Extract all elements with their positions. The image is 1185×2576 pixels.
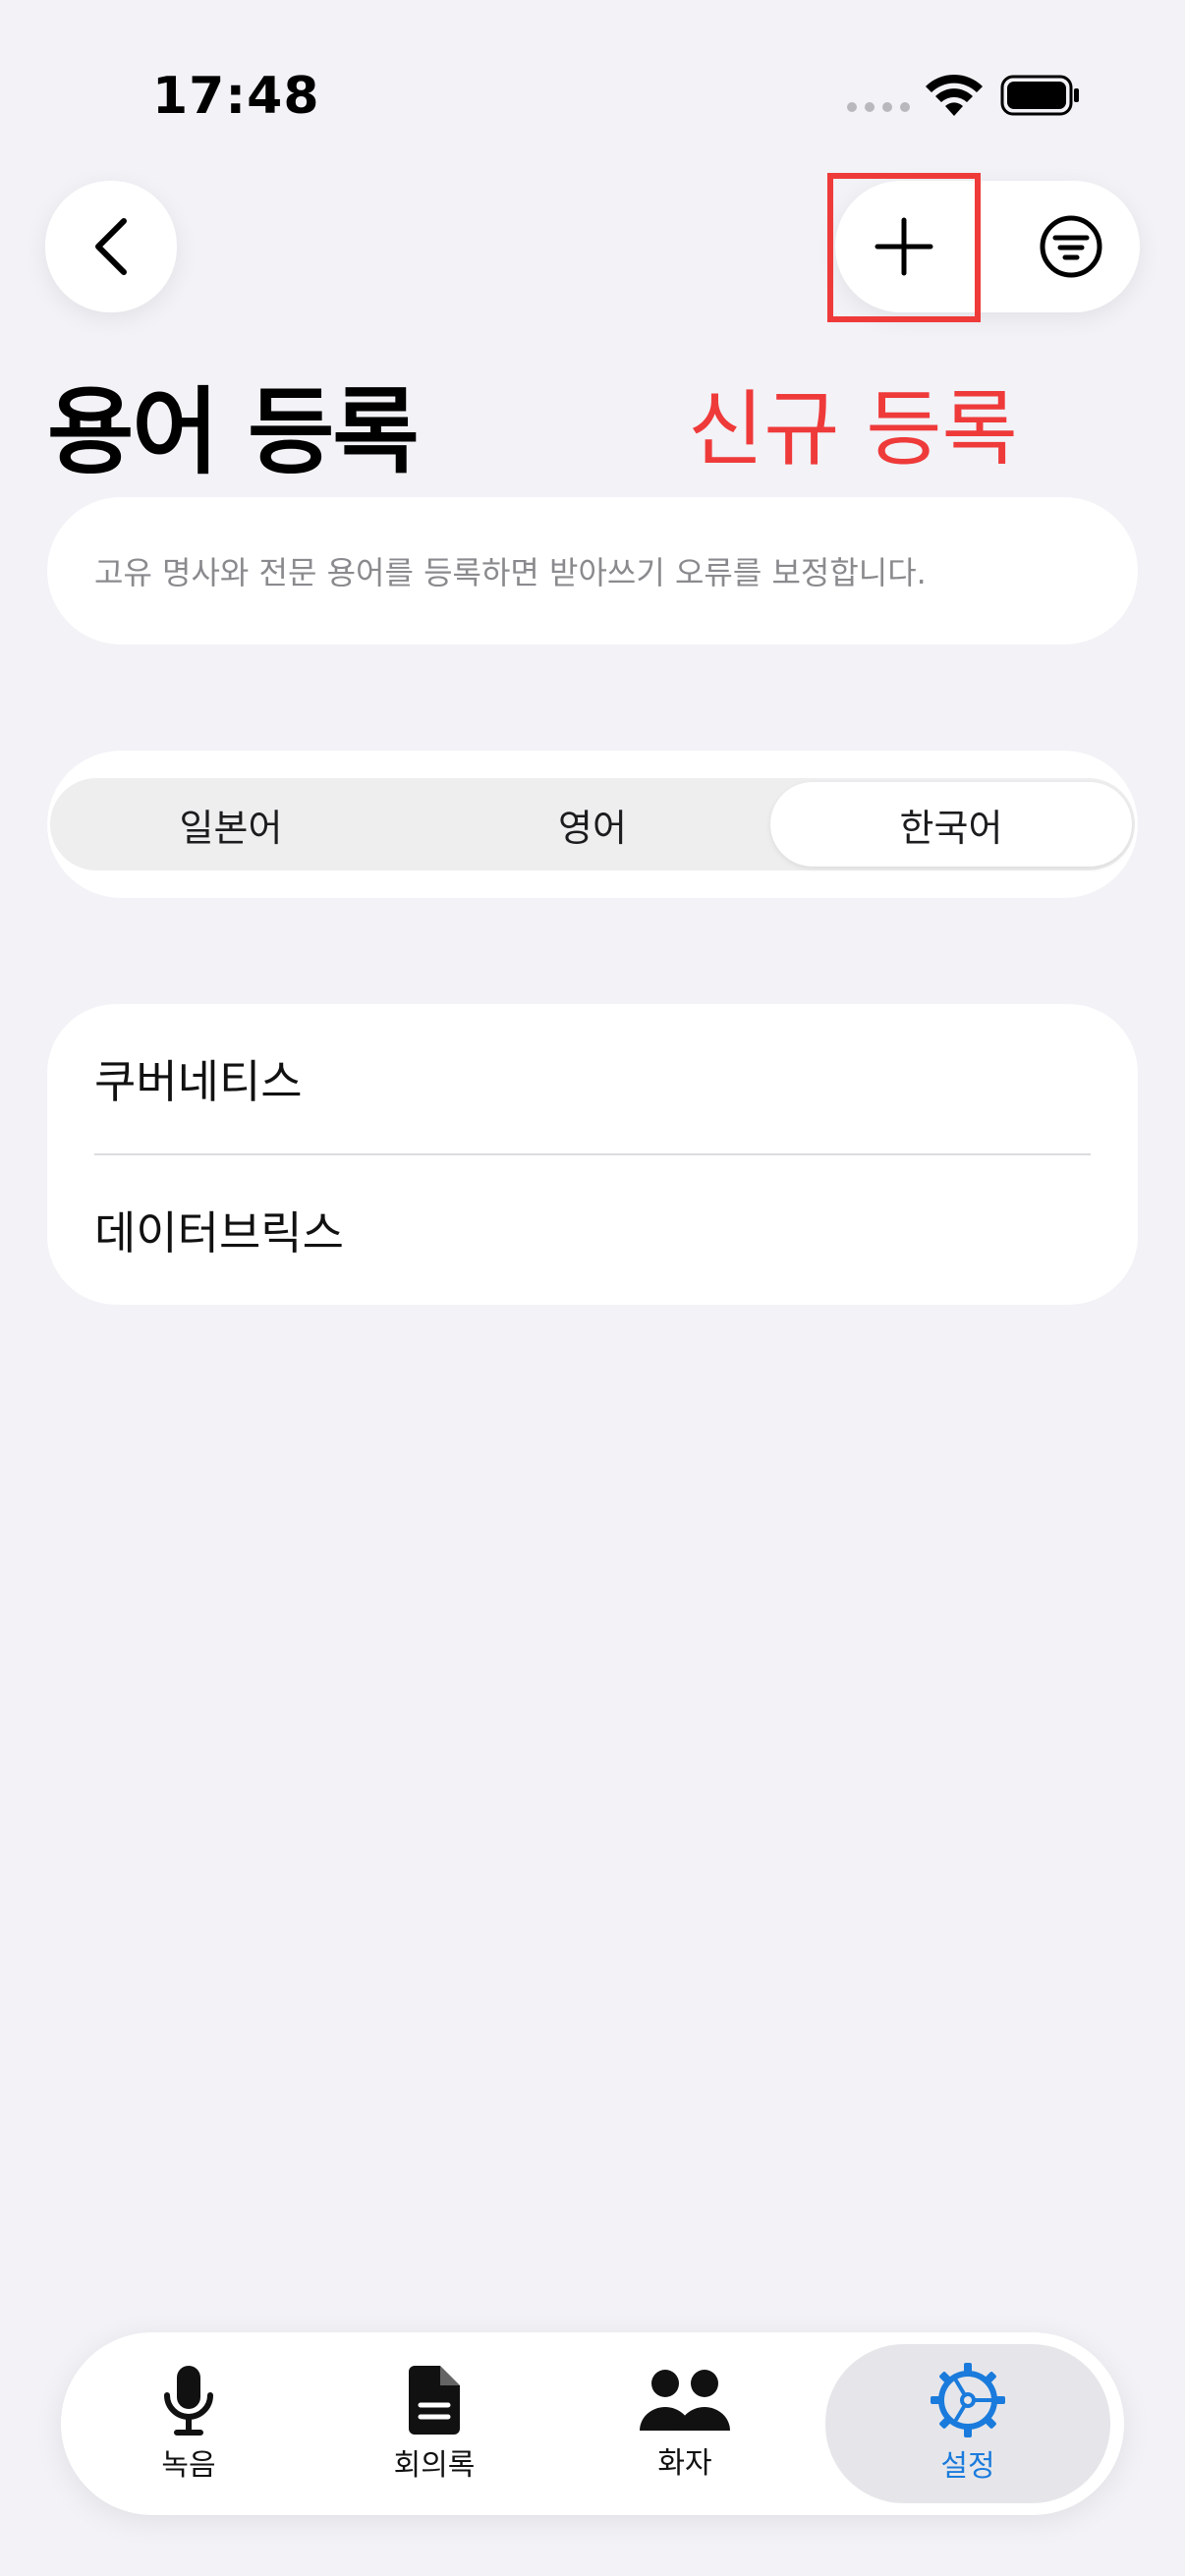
document-icon: [409, 2366, 460, 2435]
back-button[interactable]: [45, 181, 177, 312]
list-item[interactable]: 데이터브릭스: [94, 1155, 1091, 1305]
language-segment-card: 일본어 영어 한국어: [47, 751, 1138, 898]
microphone-icon: [164, 2366, 213, 2436]
term-label: 쿠버네티스: [94, 1055, 303, 1108]
tab-record[interactable]: 녹음: [100, 2332, 277, 2515]
plus-icon: [875, 217, 933, 276]
tab-label: 회의록: [393, 2448, 476, 2483]
battery-icon: [1000, 75, 1079, 116]
tab-bar: 녹음 회의록 화자 설정: [61, 2332, 1124, 2515]
segment-japanese[interactable]: 일본어: [50, 778, 412, 870]
term-registration-screen: 17:48 용어 등록 신규 등록 고유 명사와 전문 용어를 등록하면 받아쓰…: [0, 0, 1185, 2576]
filter-icon: [1040, 215, 1102, 278]
header-action-group: [835, 181, 1140, 312]
chevron-left-icon: [95, 218, 127, 275]
filter-button[interactable]: [1002, 181, 1140, 312]
term-list: 쿠버네티스 데이터브릭스: [47, 1004, 1138, 1305]
gear-icon: [931, 2363, 1005, 2437]
annotation-label: 신규 등록: [688, 381, 1018, 477]
description-card: 고유 명사와 전문 용어를 등록하면 받아쓰기 오류를 보정합니다.: [47, 497, 1138, 644]
tab-label: 설정: [940, 2449, 995, 2484]
people-icon: [640, 2370, 730, 2431]
tab-label: 녹음: [161, 2448, 216, 2483]
add-term-button[interactable]: [835, 181, 973, 312]
cellular-signal-icon: [847, 102, 910, 112]
tab-settings[interactable]: 설정: [825, 2344, 1110, 2503]
wifi-icon: [926, 74, 983, 116]
language-segmented-control: 일본어 영어 한국어: [50, 778, 1135, 870]
status-time: 17:48: [152, 67, 320, 126]
segment-korean[interactable]: 한국어: [770, 782, 1132, 867]
term-label: 데이터브릭스: [94, 1206, 344, 1260]
tab-speakers[interactable]: 화자: [596, 2332, 773, 2515]
segment-english[interactable]: 영어: [412, 778, 773, 870]
page-title: 용어 등록: [47, 377, 420, 487]
list-item[interactable]: 쿠버네티스: [94, 1004, 1091, 1153]
description-text: 고유 명사와 전문 용어를 등록하면 받아쓰기 오류를 보정합니다.: [94, 554, 927, 591]
tab-label: 화자: [657, 2446, 712, 2481]
tab-minutes[interactable]: 회의록: [346, 2332, 523, 2515]
